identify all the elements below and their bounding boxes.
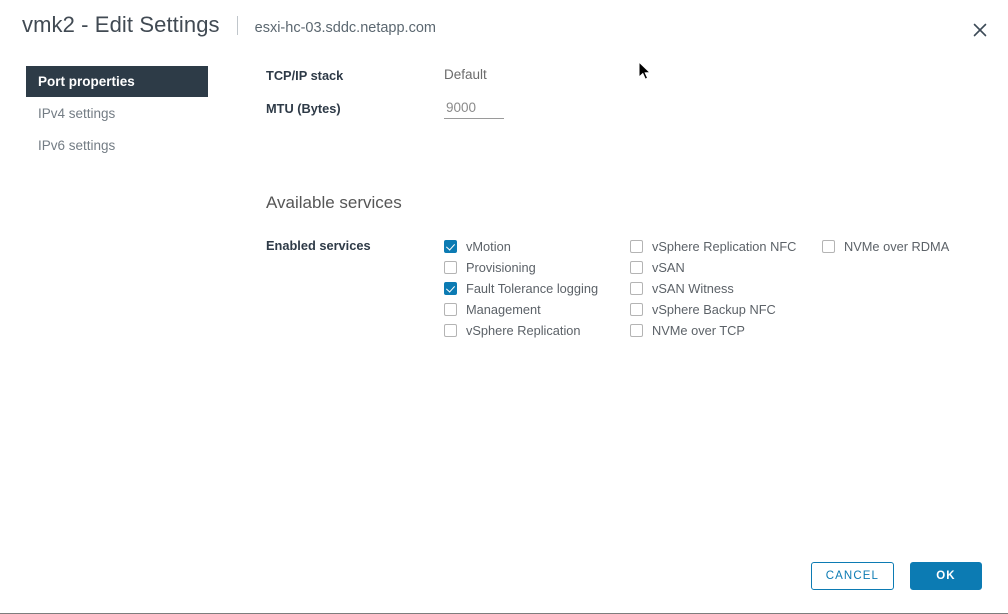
tcpip-stack-label: TCP/IP stack: [266, 68, 344, 83]
page-title: vmk2 - Edit Settings: [22, 12, 220, 37]
checkbox-icon[interactable]: [630, 303, 643, 316]
checkbox-icon[interactable]: [444, 324, 457, 337]
mtu-input[interactable]: [444, 100, 504, 119]
checkbox-label: Management: [466, 302, 541, 317]
title-separator: [236, 16, 238, 35]
checkbox-vsphere-backup-nfc[interactable]: vSphere Backup NFC: [630, 299, 822, 320]
checkbox-provisioning[interactable]: Provisioning: [444, 257, 630, 278]
services-columns: vMotion Provisioning Fault Tolerance log…: [444, 236, 1002, 341]
checkbox-label: vSphere Replication NFC: [652, 239, 797, 254]
available-services-heading: Available services: [266, 193, 402, 212]
cancel-button[interactable]: CANCEL: [810, 562, 894, 590]
checkbox-label: vSAN: [652, 260, 685, 275]
close-icon[interactable]: [966, 16, 994, 44]
settings-nav: Port properties IPv4 settings IPv6 setti…: [26, 66, 208, 162]
checkbox-icon[interactable]: [444, 261, 457, 274]
checkbox-fault-tolerance-logging[interactable]: Fault Tolerance logging: [444, 278, 630, 299]
checkbox-nvme-over-rdma[interactable]: NVMe over RDMA: [822, 236, 1002, 257]
checkbox-label: NVMe over TCP: [652, 323, 745, 338]
checkbox-label: vSAN Witness: [652, 281, 734, 296]
mtu-row: MTU (Bytes): [266, 99, 998, 132]
checkbox-vsphere-replication-nfc[interactable]: vSphere Replication NFC: [630, 236, 822, 257]
checkbox-icon[interactable]: [630, 324, 643, 337]
checkbox-icon[interactable]: [444, 240, 457, 253]
sidebar-item-ipv6-settings[interactable]: IPv6 settings: [26, 130, 208, 161]
sidebar-item-label: Port properties: [38, 74, 135, 89]
tcpip-stack-value: Default: [444, 67, 487, 82]
sidebar-item-label: IPv4 settings: [38, 106, 116, 121]
checkbox-management[interactable]: Management: [444, 299, 630, 320]
host-subtitle: esxi-hc-03.sddc.netapp.com: [254, 20, 436, 36]
edit-settings-dialog: vmk2 - Edit Settings esxi-hc-03.sddc.net…: [0, 0, 1008, 614]
checkbox-label: vSphere Replication: [466, 323, 581, 338]
checkbox-icon[interactable]: [630, 261, 643, 274]
sidebar-item-port-properties[interactable]: Port properties: [26, 66, 208, 97]
mtu-label: MTU (Bytes): [266, 101, 341, 116]
title-group: vmk2 - Edit Settings esxi-hc-03.sddc.net…: [22, 12, 436, 38]
checkbox-label: Fault Tolerance logging: [466, 281, 599, 296]
checkbox-icon[interactable]: [444, 303, 457, 316]
dialog-footer: CANCEL OK: [810, 562, 982, 590]
checkbox-label: vMotion: [466, 239, 511, 254]
services-column-1: vMotion Provisioning Fault Tolerance log…: [444, 236, 630, 341]
checkbox-icon[interactable]: [630, 282, 643, 295]
dialog-header: vmk2 - Edit Settings esxi-hc-03.sddc.net…: [0, 0, 1008, 58]
checkbox-icon[interactable]: [822, 240, 835, 253]
enabled-services-label: Enabled services: [266, 238, 371, 253]
enabled-services-block: Enabled services vMotion Provisioning Fa…: [266, 236, 998, 341]
checkbox-icon[interactable]: [444, 282, 457, 295]
checkbox-label: vSphere Backup NFC: [652, 302, 776, 317]
checkbox-label: Provisioning: [466, 260, 536, 275]
checkbox-nvme-over-tcp[interactable]: NVMe over TCP: [630, 320, 822, 341]
checkbox-vsan[interactable]: vSAN: [630, 257, 822, 278]
checkbox-label: NVMe over RDMA: [844, 239, 950, 254]
services-column-2: vSphere Replication NFC vSAN vSAN Witnes…: [630, 236, 822, 341]
checkbox-vmotion[interactable]: vMotion: [444, 236, 630, 257]
checkbox-vsan-witness[interactable]: vSAN Witness: [630, 278, 822, 299]
mtu-input-wrap: [444, 99, 504, 119]
checkbox-vsphere-replication[interactable]: vSphere Replication: [444, 320, 630, 341]
settings-content: TCP/IP stack Default MTU (Bytes) Availab…: [266, 66, 998, 341]
services-column-3: NVMe over RDMA: [822, 236, 1002, 341]
ok-button[interactable]: OK: [910, 562, 982, 590]
tcpip-stack-row: TCP/IP stack Default: [266, 66, 998, 99]
sidebar-item-ipv4-settings[interactable]: IPv4 settings: [26, 98, 208, 129]
checkbox-icon[interactable]: [630, 240, 643, 253]
sidebar-item-label: IPv6 settings: [38, 138, 116, 153]
